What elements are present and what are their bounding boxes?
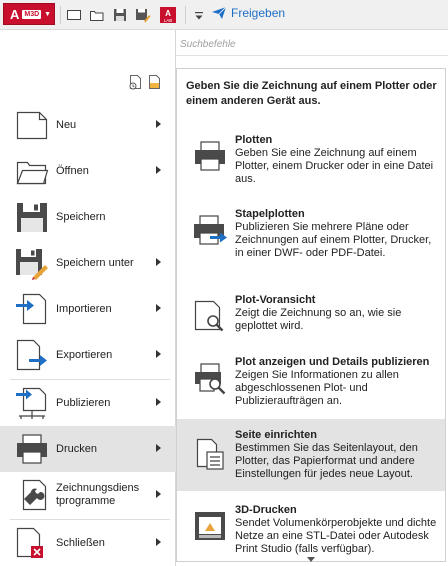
submenu-item-plot-details[interactable]: Plot anzeigen und Details publizieren Ze… <box>177 353 445 415</box>
submenu-item-title: Seite einrichten <box>235 429 317 441</box>
open-icon[interactable] <box>87 5 107 25</box>
recent-documents-toolbar <box>129 74 162 93</box>
submenu-item-batch-plot[interactable]: Stapelplotten Publizieren Sie mehrere Pl… <box>177 205 445 273</box>
save-icon <box>14 199 50 235</box>
submenu-item-page-setup[interactable]: Seite einrichten Bestimmen Sie das Seite… <box>177 419 445 491</box>
chevron-right-icon <box>156 258 161 266</box>
chevron-right-icon <box>156 490 161 498</box>
3d-printer-icon <box>189 505 231 547</box>
chevron-right-icon <box>156 538 161 546</box>
menu-item-publish[interactable]: Publizieren <box>0 380 176 426</box>
menu-item-label: Speichern <box>56 210 106 223</box>
chevron-down-icon: ▼ <box>44 10 52 18</box>
wrench-icon <box>14 477 50 513</box>
chevron-right-icon <box>156 120 161 128</box>
submenu-item-plot[interactable]: Plotten Geben Sie eine Zeichnung auf ein… <box>177 131 445 191</box>
quickaccess-dropdown-icon[interactable] <box>189 5 209 25</box>
quick-access-toolbar: A M3D ▼ A LAB Freigeben <box>0 0 448 30</box>
submenu-item-plot-preview[interactable]: Plot-Voransicht Zeigt die Zeichnung so a… <box>177 291 445 341</box>
submenu-header: Geben Sie die Zeichnung auf einem Plotte… <box>186 80 437 107</box>
search-placeholder: Suchbefehle <box>180 39 236 50</box>
close-document-icon <box>14 525 50 561</box>
share-button[interactable]: Freigeben <box>212 6 285 20</box>
batch-plot-icon <box>189 209 231 251</box>
scroll-down-icon[interactable] <box>307 557 315 562</box>
chevron-right-icon <box>156 304 161 312</box>
new-icon[interactable] <box>64 5 84 25</box>
menu-item-close[interactable]: Schließen <box>0 520 176 566</box>
open-documents-icon[interactable] <box>148 74 162 93</box>
menu-item-label: Zeichnungsdiens tprogramme <box>56 482 140 507</box>
menu-item-label: Öffnen <box>56 164 89 177</box>
preview-magnifier-icon <box>189 295 231 337</box>
toolbar-separator <box>60 6 61 24</box>
share-label: Freigeben <box>231 6 286 20</box>
menu-item-label: Speichern unter <box>56 256 134 269</box>
menu-item-label: Drucken <box>56 442 97 455</box>
publish-icon <box>14 385 50 421</box>
menu-item-save-as[interactable]: Speichern unter <box>0 240 176 286</box>
plot-details-icon <box>189 357 231 399</box>
chevron-right-icon <box>156 444 161 452</box>
chevron-right-icon <box>156 398 161 406</box>
folder-open-icon <box>14 153 50 189</box>
autodesk-app-icon[interactable]: A LAB <box>158 5 178 25</box>
submenu-item-description: Zeigt die Zeichnung so an, wie sie geplo… <box>235 307 402 332</box>
menu-item-label: Importieren <box>56 302 112 315</box>
menu-item-label: Exportieren <box>56 348 113 361</box>
recent-documents-icon[interactable] <box>129 74 143 93</box>
chevron-right-icon <box>156 166 161 174</box>
page-setup-icon <box>189 433 231 475</box>
submenu-item-title: Stapelplotten <box>235 208 305 220</box>
menu-item-drawing-utilities[interactable]: Zeichnungsdiens tprogramme <box>0 472 176 518</box>
submenu-item-description: Geben Sie eine Zeichnung auf einem Plott… <box>235 147 434 185</box>
app-logo-letter: A <box>10 6 20 22</box>
menu-item-print[interactable]: Drucken <box>0 426 176 472</box>
submenu-item-title: 3D-Drucken <box>235 504 297 516</box>
printer-icon <box>189 135 231 177</box>
svg-text:LAB: LAB <box>164 18 173 23</box>
paper-plane-icon <box>212 7 226 19</box>
application-menu: Neu Öffnen Speichern Speichern unter Imp… <box>0 30 176 566</box>
menu-item-new[interactable]: Neu <box>0 102 176 148</box>
menu-item-label: Schließen <box>56 536 105 549</box>
menu-item-export[interactable]: Exportieren <box>0 332 176 378</box>
app-badge: M3D <box>22 9 42 19</box>
submenu-item-title: Plotten <box>235 134 273 146</box>
submenu-item-3d-print[interactable]: 3D-Drucken Sendet Volumenkörperobjekte u… <box>177 501 445 561</box>
submenu-item-description: Sendet Volumenkörperobjekte und dichte N… <box>235 517 437 555</box>
menu-item-label: Neu <box>56 118 77 131</box>
save-icon[interactable] <box>110 5 130 25</box>
print-submenu: Geben Sie die Zeichnung auf einem Plotte… <box>176 68 446 562</box>
printer-icon <box>14 431 50 467</box>
export-icon <box>14 337 50 373</box>
application-menu-button[interactable]: A M3D ▼ <box>3 3 55 25</box>
menu-item-open[interactable]: Öffnen <box>0 148 176 194</box>
save-as-icon <box>14 245 50 281</box>
menu-item-save[interactable]: Speichern <box>0 194 176 240</box>
menu-item-label: Publizieren <box>56 396 111 409</box>
svg-text:A: A <box>165 9 171 18</box>
search-input[interactable]: Suchbefehle <box>176 34 448 56</box>
toolbar-separator <box>185 6 186 24</box>
submenu-item-description: Bestimmen Sie das Seitenlayout, den Plot… <box>235 442 418 480</box>
submenu-item-description: Zeigen Sie Informationen zu allen abgesc… <box>235 369 399 407</box>
chevron-right-icon <box>156 350 161 358</box>
submenu-item-title: Plot anzeigen und Details publizieren <box>235 356 430 368</box>
submenu-item-title: Plot-Voransicht <box>235 294 316 306</box>
menu-item-import[interactable]: Importieren <box>0 286 176 332</box>
submenu-item-description: Publizieren Sie mehrere Pläne oder Zeich… <box>235 221 432 259</box>
new-document-icon <box>14 107 50 143</box>
import-icon <box>14 291 50 327</box>
save-as-icon[interactable] <box>133 5 153 25</box>
